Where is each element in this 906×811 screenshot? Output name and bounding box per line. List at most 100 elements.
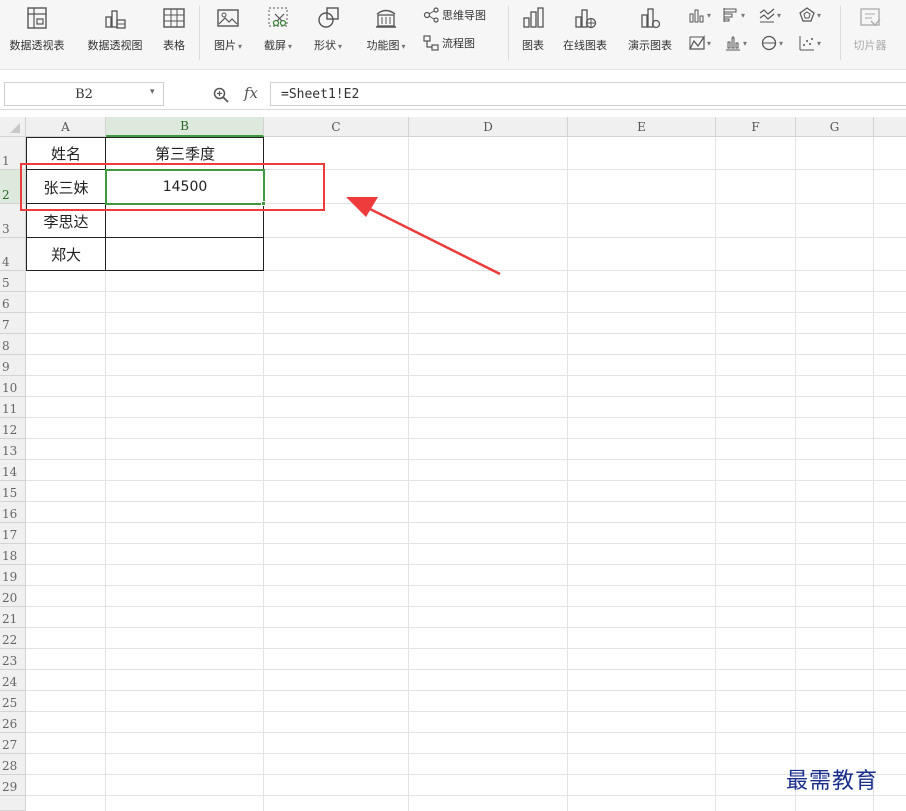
row-header-8[interactable]: 8: [0, 334, 26, 355]
bar-chart-icon: [520, 3, 546, 33]
column-header-c[interactable]: C: [264, 117, 409, 137]
picture-button[interactable]: 图片 ▾: [206, 3, 250, 65]
online-chart-button[interactable]: 在线图表: [556, 3, 614, 65]
row-header-5[interactable]: 5: [0, 271, 26, 292]
row-header-30[interactable]: [0, 796, 26, 811]
scatter-chart-dropdown[interactable]: ▾: [798, 34, 821, 52]
row-header-23[interactable]: 23: [0, 649, 26, 670]
scatter-chart-icon: [799, 36, 814, 51]
ribbon-separator: [199, 6, 200, 60]
grid-line: [26, 438, 906, 439]
column-header-a[interactable]: A: [26, 117, 106, 137]
column-header-d[interactable]: D: [409, 117, 568, 137]
grid-line: [26, 795, 906, 796]
row-header-21[interactable]: 21: [0, 607, 26, 628]
row-header-17[interactable]: 17: [0, 523, 26, 544]
name-box[interactable]: B2: [4, 82, 164, 106]
grid-line: [26, 669, 906, 670]
line-chart-icon: [759, 8, 775, 23]
zoom-icon[interactable]: [212, 86, 230, 108]
pivot-chart-button[interactable]: 数据透视图: [80, 3, 150, 65]
pie-chart-dropdown[interactable]: ▾: [760, 34, 783, 52]
row-header-29[interactable]: 29: [0, 775, 26, 796]
function-chart-button[interactable]: 功能图 ▾: [358, 3, 414, 65]
ribbon-separator: [840, 6, 841, 60]
row-header-19[interactable]: 19: [0, 565, 26, 586]
grid-line: [873, 137, 874, 811]
row-header-11[interactable]: 11: [0, 397, 26, 418]
line-chart-dropdown[interactable]: ▾: [758, 6, 781, 24]
grid-line: [26, 732, 906, 733]
select-all-corner[interactable]: [0, 117, 26, 137]
row-header-16[interactable]: 16: [0, 502, 26, 523]
online-chart-icon: [572, 3, 598, 33]
bar-chart-dropdown[interactable]: ▾: [722, 6, 745, 24]
column-chart-dropdown[interactable]: ▾: [688, 6, 711, 24]
radar-chart-icon: [799, 7, 815, 22]
grid-line: [26, 459, 906, 460]
row-header-10[interactable]: 10: [0, 376, 26, 397]
pivot-table-icon: [24, 3, 50, 33]
grid-line: [26, 648, 906, 649]
row-header-22[interactable]: 22: [0, 628, 26, 649]
row-header-6[interactable]: 6: [0, 292, 26, 313]
column-header-e[interactable]: E: [568, 117, 716, 137]
grid-line: [26, 501, 906, 502]
grid-line: [26, 774, 906, 775]
row-header-4[interactable]: 4: [0, 238, 26, 271]
grid-line: [26, 690, 906, 691]
area-chart-dropdown[interactable]: ▾: [688, 34, 711, 52]
table-button[interactable]: 表格: [156, 3, 192, 65]
formula-bar: B2 ▾ fx =Sheet1!E2: [0, 80, 906, 110]
grid-line: [26, 396, 906, 397]
column-header-next[interactable]: [874, 117, 906, 137]
grid-line: [26, 375, 906, 376]
horizontal-bar-icon: [723, 8, 737, 22]
row-header-26[interactable]: 26: [0, 712, 26, 733]
column-header-g[interactable]: G: [796, 117, 874, 137]
formula-input[interactable]: =Sheet1!E2: [270, 82, 906, 106]
fx-icon[interactable]: fx: [244, 84, 258, 102]
grid-line: [26, 291, 906, 292]
grid-line: [26, 606, 906, 607]
screenshot-button[interactable]: 截屏 ▾: [256, 3, 300, 65]
row-header-24[interactable]: 24: [0, 670, 26, 691]
grid-line: [26, 480, 906, 481]
row-header-9[interactable]: 9: [0, 355, 26, 376]
demo-chart-button[interactable]: 演示图表: [622, 3, 678, 65]
flowchart-icon: [423, 35, 439, 51]
row-header-27[interactable]: 27: [0, 733, 26, 754]
row-header-28[interactable]: 28: [0, 754, 26, 775]
grid-line: [26, 543, 906, 544]
column-header-f[interactable]: F: [716, 117, 796, 137]
grid-line: [567, 137, 568, 811]
row-header-25[interactable]: 25: [0, 691, 26, 712]
row-header-18[interactable]: 18: [0, 544, 26, 565]
demo-chart-icon: [637, 3, 663, 33]
row-header-7[interactable]: 7: [0, 313, 26, 334]
row-header-12[interactable]: 12: [0, 418, 26, 439]
row-header-15[interactable]: 15: [0, 481, 26, 502]
mind-map-icon: [423, 7, 439, 23]
chevron-down-icon[interactable]: ▾: [150, 87, 155, 97]
shapes-icon: [315, 3, 341, 33]
slicer-button[interactable]: 切片器: [848, 3, 892, 65]
row-header-20[interactable]: 20: [0, 586, 26, 607]
chart-button[interactable]: 图表: [516, 3, 550, 65]
grid-line: [715, 137, 716, 811]
grid-line: [26, 354, 906, 355]
function-chart-icon: [373, 3, 399, 33]
cell-a4[interactable]: 郑大: [26, 238, 106, 271]
radar-chart-dropdown[interactable]: ▾: [798, 6, 821, 24]
grid-line: [795, 137, 796, 811]
row-header-13[interactable]: 13: [0, 439, 26, 460]
flowchart-button[interactable]: 流程图: [422, 33, 475, 53]
pivot-table-button[interactable]: 数据透视表: [4, 3, 70, 65]
grid-line: [26, 312, 906, 313]
row-header-14[interactable]: 14: [0, 460, 26, 481]
shapes-button[interactable]: 形状 ▾: [306, 3, 350, 65]
stock-chart-dropdown[interactable]: ▾: [724, 34, 747, 52]
column-header-b[interactable]: B: [106, 117, 264, 137]
mind-map-button[interactable]: 思维导图: [422, 5, 486, 25]
cell-b4[interactable]: [106, 238, 264, 271]
